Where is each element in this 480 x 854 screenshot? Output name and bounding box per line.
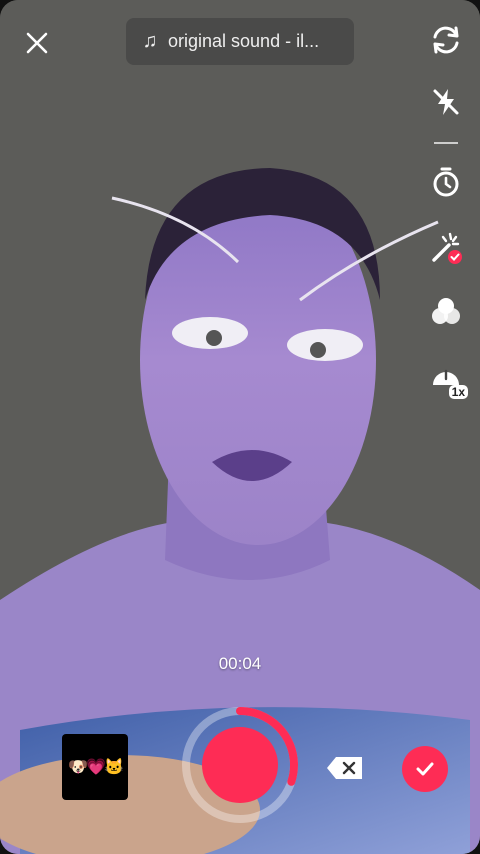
speed-button[interactable]: 1x bbox=[426, 356, 468, 399]
speed-label: 1x bbox=[448, 385, 468, 399]
sound-label: original sound - il... bbox=[168, 31, 320, 51]
camera-screen: ♫ original sound - il... 1x 00:04 🐶💗🐱 bbox=[0, 0, 480, 854]
flip-camera-button[interactable] bbox=[426, 20, 466, 60]
effect-glyphs: 🐶💗🐱 bbox=[68, 759, 124, 776]
filters-icon bbox=[432, 298, 460, 324]
filters-button[interactable] bbox=[426, 292, 466, 332]
sound-selector[interactable]: ♫ original sound - il... bbox=[126, 18, 354, 65]
flip-camera-icon bbox=[433, 26, 459, 54]
checkmark-icon bbox=[416, 762, 434, 776]
effect-thumbnail[interactable]: 🐶💗🐱 bbox=[62, 734, 128, 800]
record-button[interactable] bbox=[180, 705, 300, 825]
flash-button[interactable] bbox=[426, 82, 466, 122]
timer-icon bbox=[433, 167, 459, 197]
recording-timer: 00:04 bbox=[218, 654, 262, 673]
backspace-icon bbox=[327, 757, 362, 779]
record-core bbox=[202, 727, 278, 803]
beauty-button[interactable] bbox=[426, 228, 466, 268]
confirm-button[interactable] bbox=[402, 746, 448, 792]
tool-divider bbox=[434, 142, 458, 144]
flash-off-icon bbox=[433, 89, 459, 115]
close-button[interactable] bbox=[18, 24, 56, 62]
music-note-icon: ♫ bbox=[142, 30, 158, 52]
delete-clip-button[interactable] bbox=[326, 756, 364, 780]
close-icon bbox=[26, 32, 48, 54]
magic-wand-icon bbox=[432, 232, 462, 264]
timer-button[interactable] bbox=[426, 162, 466, 202]
